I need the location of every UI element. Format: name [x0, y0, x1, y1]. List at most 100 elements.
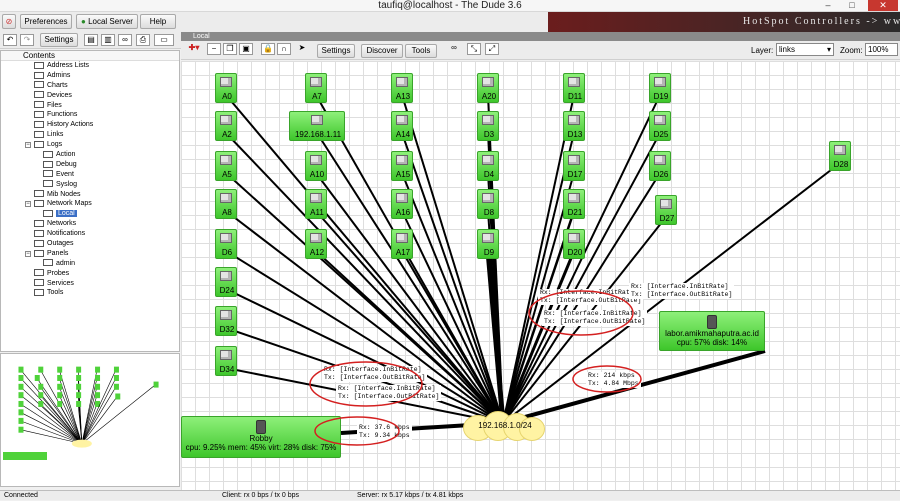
device-node[interactable]: D27 — [655, 195, 677, 225]
tree-item[interactable]: Services — [1, 279, 179, 289]
tree-item[interactable]: − Logs — [1, 140, 179, 150]
local-server-button[interactable]: ● Local Server — [76, 14, 138, 29]
copy-icon[interactable]: ❐ — [223, 43, 237, 55]
window-layout-icon[interactable]: ▭ — [154, 34, 174, 46]
print-icon[interactable]: ⎙ — [136, 34, 150, 46]
device-node[interactable]: D34 — [215, 346, 237, 376]
tree-item[interactable]: Address Lists — [1, 61, 179, 71]
device-node[interactable]: D24 — [215, 267, 237, 297]
minimap[interactable] — [0, 353, 180, 487]
forward-icon[interactable]: ↷ — [20, 34, 34, 46]
device-node[interactable]: D26 — [649, 151, 671, 181]
device-node[interactable]: A11 — [305, 189, 327, 219]
add-icon[interactable]: ✚▾ — [185, 43, 203, 55]
tree-item[interactable]: Notifications — [1, 229, 179, 239]
device-node[interactable]: A10 — [305, 151, 327, 181]
zoom-fit-icon[interactable]: ⤡ — [467, 43, 481, 55]
device-node[interactable]: D11 — [563, 73, 585, 103]
device-node[interactable]: D19 — [649, 73, 671, 103]
tree-item[interactable]: Probes — [1, 269, 179, 279]
link-line[interactable] — [225, 288, 504, 424]
map-settings-button[interactable]: Settings — [317, 44, 355, 58]
preferences-button[interactable]: Preferences — [20, 14, 72, 29]
device-node[interactable]: D3 — [477, 111, 499, 141]
layer-select[interactable]: links ▾ — [776, 43, 834, 56]
binoculars-icon[interactable]: ∞ — [447, 43, 461, 55]
device-node[interactable]: D28 — [829, 141, 851, 171]
link-icon[interactable]: ∩ — [277, 43, 291, 55]
zoom-select[interactable]: 100% — [865, 43, 898, 56]
device-node[interactable]: A14 — [391, 111, 413, 141]
network-map-canvas[interactable]: 192.168.1.0/24 Robby cpu: 9.25% mem: 45%… — [181, 61, 900, 490]
tree-item[interactable]: Debug — [1, 160, 179, 170]
robby-node[interactable]: Robby cpu: 9.25% mem: 45% virt: 28% disk… — [181, 416, 341, 458]
tree-item[interactable]: Tools — [1, 288, 179, 298]
back-icon[interactable]: ↶ — [3, 34, 17, 46]
link-line[interactable] — [502, 94, 575, 424]
tree-item[interactable]: Event — [1, 170, 179, 180]
device-node[interactable]: 192.168.1.11 — [289, 111, 345, 141]
tree-item[interactable]: − Panels — [1, 249, 179, 259]
tree-item[interactable]: Action — [1, 150, 179, 160]
tree-item[interactable]: Functions — [1, 110, 179, 120]
device-node[interactable]: D25 — [649, 111, 671, 141]
device-node[interactable]: A12 — [305, 229, 327, 259]
device-node[interactable]: D21 — [563, 189, 585, 219]
remove-icon[interactable]: − — [207, 43, 221, 55]
network-cloud-node[interactable]: 192.168.1.0/24 — [463, 409, 547, 445]
tree-item[interactable]: Devices — [1, 91, 179, 101]
tree-item[interactable]: Syslog — [1, 180, 179, 190]
device-node[interactable]: A20 — [477, 73, 499, 103]
device-node[interactable]: D8 — [477, 189, 499, 219]
tree-item[interactable]: Links — [1, 130, 179, 140]
device-node[interactable]: D9 — [477, 229, 499, 259]
device-node[interactable]: D13 — [563, 111, 585, 141]
collapse-toggle[interactable]: − — [25, 250, 31, 257]
labor-server-node[interactable]: labor.amikmahaputra.ac.id cpu: 57% disk:… — [659, 311, 765, 351]
disconnect-icon[interactable]: ⊘ — [2, 14, 16, 29]
device-node[interactable]: A7 — [305, 73, 327, 103]
device-node[interactable]: A0 — [215, 73, 237, 103]
device-node[interactable]: D20 — [563, 229, 585, 259]
tree-item[interactable]: Charts — [1, 81, 179, 91]
tree-item[interactable]: Outages — [1, 239, 179, 249]
tools-menu-button[interactable]: Tools — [405, 44, 437, 58]
link-tx: Tx: 9.34 kbps — [359, 432, 410, 439]
device-node[interactable]: D32 — [215, 306, 237, 336]
device-node[interactable]: A5 — [215, 151, 237, 181]
minimap-node — [95, 383, 101, 390]
device-node[interactable]: A15 — [391, 151, 413, 181]
tree-item[interactable]: admin — [1, 259, 179, 269]
device-node[interactable]: A13 — [391, 73, 413, 103]
tree-item[interactable]: − Network Maps — [1, 199, 179, 209]
tab-local[interactable]: Local — [185, 32, 210, 41]
help-button[interactable]: Help — [140, 14, 176, 29]
zoom-area-icon[interactable]: ⤢ — [485, 43, 499, 55]
close-button[interactable]: ✕ — [868, 0, 898, 11]
pointer-icon[interactable]: ➤ — [295, 43, 309, 55]
binoculars-icon[interactable]: ∞ — [118, 34, 132, 46]
maximize-button[interactable]: □ — [842, 0, 862, 11]
device-node[interactable]: A8 — [215, 189, 237, 219]
tree-item[interactable]: Admins — [1, 71, 179, 81]
device-node[interactable]: D6 — [215, 229, 237, 259]
collapse-toggle[interactable]: − — [25, 201, 31, 208]
minimize-button[interactable]: – — [818, 0, 838, 11]
tree-item[interactable]: Files — [1, 101, 179, 111]
lock-icon[interactable]: 🔒 — [261, 43, 275, 55]
tree-item[interactable]: Local — [1, 209, 179, 219]
device-node[interactable]: A17 — [391, 229, 413, 259]
discover-button[interactable]: Discover — [361, 44, 403, 58]
device-node[interactable]: A16 — [391, 189, 413, 219]
tree-item[interactable]: History Actions — [1, 120, 179, 130]
tree-item[interactable]: Networks — [1, 219, 179, 229]
export-icon[interactable]: ▤ — [84, 34, 98, 46]
device-node[interactable]: D4 — [477, 151, 499, 181]
device-node[interactable]: D17 — [563, 151, 585, 181]
tree-item[interactable]: Mib Nodes — [1, 190, 179, 200]
device-node[interactable]: A2 — [215, 111, 237, 141]
settings-button[interactable]: Settings — [40, 33, 78, 47]
import-icon[interactable]: ▥ — [101, 34, 115, 46]
paste-icon[interactable]: ▣ — [239, 43, 253, 55]
collapse-toggle[interactable]: − — [25, 142, 31, 149]
